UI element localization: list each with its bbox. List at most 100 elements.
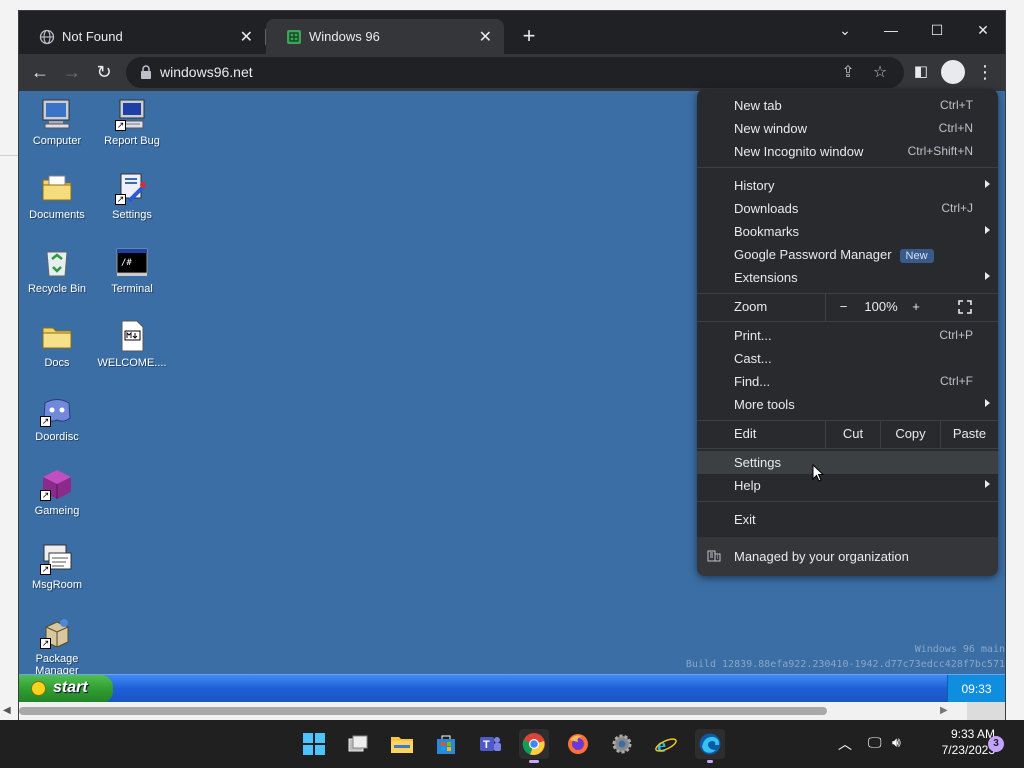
desktop-icon-docs[interactable]: Docs: [20, 319, 94, 369]
folder-icon: [40, 319, 74, 353]
share-icon[interactable]: ⇪: [837, 62, 859, 84]
managed-by-organization[interactable]: Managed by your organization: [697, 537, 998, 576]
menu-separator: [697, 501, 998, 502]
clock-time: 9:33 AM: [950, 727, 995, 741]
bookmark-star-icon[interactable]: ☆: [869, 62, 891, 84]
address-bar[interactable]: windows96.net ⇪ ☆: [126, 57, 904, 88]
network-icon[interactable]: 🖵: [868, 734, 882, 751]
teams-icon: T: [480, 737, 501, 751]
notification-badge[interactable]: 3: [988, 736, 1004, 752]
scroll-right-icon[interactable]: ▶: [940, 705, 948, 716]
menu-label: Settings: [734, 455, 781, 470]
chrome-taskbar-button[interactable]: [519, 729, 549, 763]
icon-label: Gameing: [34, 505, 80, 517]
menu-separator: [697, 167, 998, 168]
building-icon: [707, 550, 721, 562]
browser-toolbar: ← → ↻ windows96.net ⇪ ☆ ◧ ⋮: [19, 54, 1005, 91]
edge-button[interactable]: [695, 729, 725, 763]
internet-explorer-button[interactable]: e: [651, 729, 681, 759]
desktop-icon-welcome[interactable]: WELCOME....: [95, 319, 169, 369]
back-button[interactable]: ←: [26, 58, 54, 86]
paste-button[interactable]: Paste: [940, 420, 998, 448]
zoom-in-button[interactable]: +: [901, 293, 931, 321]
minimize-button[interactable]: —: [876, 17, 906, 43]
menu-label: Exit: [734, 512, 756, 527]
menu-item-password-manager[interactable]: Google Password Manager New: [697, 243, 998, 266]
start-button[interactable]: start: [19, 675, 113, 702]
background-window-edge-right: [1006, 0, 1024, 720]
menu-item-bookmarks[interactable]: Bookmarks: [697, 220, 998, 243]
shortcut-arrow-icon: ↗: [40, 638, 51, 649]
menu-shortcut: Ctrl+F: [940, 374, 973, 388]
menu-item-new-tab[interactable]: New tab Ctrl+T: [697, 94, 998, 117]
gear-icon: [612, 734, 632, 754]
side-panel-icon[interactable]: ◧: [907, 58, 935, 86]
windows96-taskbar: start 09:33: [19, 674, 1005, 702]
scrollbar-thumb[interactable]: [19, 707, 827, 715]
settings-app-button[interactable]: [607, 729, 637, 759]
profile-avatar[interactable]: [941, 60, 965, 84]
menu-item-print[interactable]: Print... Ctrl+P: [697, 324, 998, 347]
desktop-icon-settings[interactable]: ↗ Settings: [95, 171, 169, 221]
desktop-icon-gameing[interactable]: ↗ Gameing: [20, 467, 94, 517]
desktop-icon-report-bug[interactable]: ↗ Report Bug: [95, 97, 169, 147]
desktop-icon-computer[interactable]: Computer: [20, 97, 94, 147]
menu-item-exit[interactable]: Exit: [697, 508, 998, 531]
menu-item-incognito[interactable]: New Incognito window Ctrl+Shift+N: [697, 140, 998, 163]
smiley-icon: [31, 681, 46, 696]
menu-separator: [697, 321, 998, 322]
menu-item-settings[interactable]: Settings: [697, 451, 998, 474]
shortcut-arrow-icon: ↗: [115, 194, 126, 205]
teams-button[interactable]: T: [475, 729, 505, 759]
desktop-icon-documents[interactable]: Documents: [20, 171, 94, 221]
file-explorer-button[interactable]: [387, 729, 417, 759]
icon-label: Settings: [112, 209, 152, 221]
menu-item-cast[interactable]: Cast...: [697, 347, 998, 370]
system-clock[interactable]: 9:33 AM 7/23/2023: [915, 726, 995, 758]
zoom-out-button[interactable]: −: [825, 293, 861, 321]
show-hidden-icons-chevron-icon[interactable]: ︿: [838, 734, 852, 754]
icon-label: MsgRoom: [31, 579, 83, 591]
desktop-icon-msgroom[interactable]: ↗ MsgRoom: [20, 541, 94, 591]
svg-text:/#: /#: [121, 258, 132, 268]
close-tab-icon[interactable]: ✕: [479, 27, 492, 47]
game-cube-icon: ↗: [40, 467, 74, 501]
desktop-icon-doordisc[interactable]: ↗ Doordisc: [20, 393, 94, 443]
scroll-left-icon[interactable]: ◀: [3, 705, 11, 716]
menu-item-more-tools[interactable]: More tools: [697, 393, 998, 416]
desktop-icon-terminal[interactable]: /# Terminal: [95, 245, 169, 295]
reload-button[interactable]: ↻: [90, 58, 118, 86]
close-window-button[interactable]: ✕: [968, 17, 998, 43]
desktop-icon-recycle-bin[interactable]: Recycle Bin: [20, 245, 94, 295]
task-view-button[interactable]: [343, 729, 373, 759]
tab-not-found[interactable]: Not Found ✕: [19, 19, 265, 54]
volume-icon[interactable]: 🔊︎: [892, 734, 901, 751]
menu-item-history[interactable]: History: [697, 174, 998, 197]
close-tab-icon[interactable]: ✕: [240, 27, 253, 47]
maximize-button[interactable]: ☐: [922, 17, 952, 43]
menu-item-help[interactable]: Help: [697, 474, 998, 497]
menu-item-new-window[interactable]: New window Ctrl+N: [697, 117, 998, 140]
menu-item-find[interactable]: Find... Ctrl+F: [697, 370, 998, 393]
new-tab-button[interactable]: +: [517, 25, 541, 49]
cut-button[interactable]: Cut: [825, 420, 880, 448]
build-line-os: Windows 96 main: [914, 644, 1005, 655]
chrome-menu-button[interactable]: ⋮: [971, 58, 999, 86]
menu-label: Google Password Manager New: [734, 247, 934, 263]
managed-label: Managed by your organization: [734, 549, 909, 564]
tab-windows-96[interactable]: Windows 96 ✕: [266, 19, 504, 54]
copy-button[interactable]: Copy: [880, 420, 940, 448]
tab-search-icon[interactable]: ⌄: [830, 17, 860, 43]
microsoft-store-button[interactable]: [431, 729, 461, 759]
menu-item-downloads[interactable]: Downloads Ctrl+J: [697, 197, 998, 220]
submenu-arrow-icon: [985, 480, 990, 488]
icon-label: Computer: [32, 135, 82, 147]
forward-button[interactable]: →: [58, 58, 86, 86]
menu-item-extensions[interactable]: Extensions: [697, 266, 998, 289]
fullscreen-icon[interactable]: [942, 293, 988, 321]
desktop-icon-package-manager[interactable]: ↗ Package Manager: [20, 615, 94, 677]
windows-start-button[interactable]: [299, 729, 329, 759]
firefox-button[interactable]: [563, 729, 593, 759]
new-badge: New: [899, 249, 934, 263]
horizontal-scrollbar[interactable]: ◀ ▶: [3, 702, 1005, 720]
